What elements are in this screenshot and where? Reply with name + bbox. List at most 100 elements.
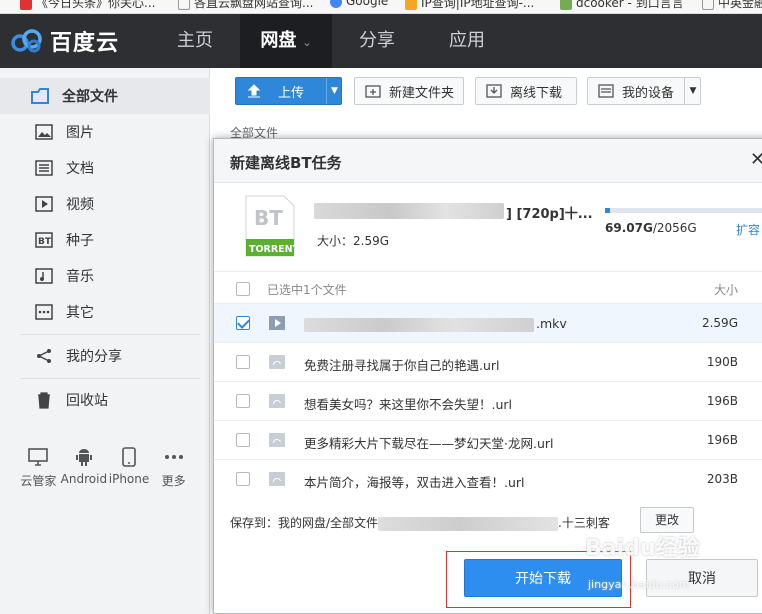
nav-netdisk[interactable]: 网盘 ⌄ (240, 14, 332, 68)
devices-dropdown-icon[interactable]: ▼ (684, 78, 701, 104)
bt-icon: BT (34, 230, 54, 250)
page-icon (178, 0, 190, 10)
upload-dropdown-icon[interactable]: ▼ (326, 78, 342, 104)
bookmark-item[interactable]: dcooker - 到口言言 (560, 0, 684, 11)
blurred-path (378, 516, 559, 531)
quota-fill (605, 208, 611, 213)
folder-icon (30, 86, 50, 106)
torrent-size: 大小：2.59G (317, 234, 390, 248)
new-folder-icon (365, 83, 383, 99)
file-checkbox[interactable] (236, 355, 250, 369)
new-folder-button[interactable]: 新建文件夹 (354, 77, 464, 105)
quota-bar (605, 208, 762, 213)
link-file-icon (269, 355, 285, 369)
bookmark-icon (20, 0, 32, 10)
file-size: 190B (706, 355, 738, 369)
expand-link[interactable]: 扩容 (736, 221, 760, 238)
trash-icon (34, 390, 54, 410)
file-row[interactable]: 想看美女吗？来这里你不会失望！.url 196B (214, 381, 762, 420)
download-icon (486, 83, 504, 99)
ip-icon (405, 0, 417, 10)
video-file-icon (269, 316, 285, 330)
bookmark-item[interactable]: 《今日头条》你关心... (20, 0, 155, 11)
iphone-icon (107, 446, 152, 468)
cooker-icon (560, 0, 572, 10)
selected-count: 已选中1个文件 (267, 283, 347, 297)
page-icon (702, 0, 714, 10)
torrent-file-icon: BT TORRENT (245, 195, 296, 257)
device-more[interactable]: 更多 (151, 446, 196, 489)
save-location: 保存到：我的网盘/全部文件 .十三刺客 (230, 516, 610, 531)
device-icon (598, 83, 616, 99)
dialog-header: 新建离线BT任务 ✕ (214, 139, 762, 183)
bookmark-item[interactable]: 各直云飘盘网站查询... (178, 0, 313, 11)
file-size: 196B (706, 394, 738, 408)
sidebar-item-all-files[interactable]: 全部文件 (0, 78, 210, 114)
logo-text: 百度云 (50, 31, 120, 56)
logo[interactable]: 百度云 (10, 26, 119, 56)
google-icon (330, 0, 342, 8)
device-android[interactable]: Android (61, 446, 107, 489)
file-checkbox[interactable] (236, 433, 250, 447)
device-list: 云管家 Android iPhone 更多 (16, 446, 196, 489)
file-row[interactable]: 本片简介，海报等，双击进入查看！.url 203B (214, 459, 762, 498)
file-name: 更多精彩大片下载尽在——梦幻天堂·龙网.url (304, 436, 554, 451)
nav-share[interactable]: 分享 (342, 14, 412, 68)
nav-apps[interactable]: 应用 (432, 14, 502, 68)
top-nav-bar: 百度云 主页 网盘 ⌄ 分享 应用 (0, 14, 762, 68)
sidebar-item-videos[interactable]: 视频 (0, 186, 210, 222)
baidu-cloud-icon (11, 29, 42, 53)
sidebar: 全部文件 图片 文档 视频 BT 种子 音乐 其它 我的分享 回收站 云管家 A… (0, 68, 210, 614)
upload-button[interactable]: 上传 ▼ (235, 77, 342, 105)
size-column-header: 大小 (713, 283, 738, 297)
quota-text: 69.07G/2056G (605, 221, 697, 235)
link-file-icon (269, 394, 285, 408)
link-file-icon (269, 433, 285, 447)
sidebar-item-docs[interactable]: 文档 (0, 150, 210, 186)
music-icon (34, 266, 54, 286)
monitor-icon (16, 446, 61, 468)
nav-home[interactable]: 主页 (160, 14, 230, 68)
dialog-title: 新建离线BT任务 (230, 154, 342, 172)
file-checkbox[interactable] (236, 472, 250, 486)
torrent-name: ] [720p]十... (506, 207, 593, 222)
sidebar-item-torrents[interactable]: BT 种子 (0, 222, 210, 258)
more-dots-icon (151, 446, 196, 468)
file-checkbox[interactable] (236, 394, 250, 408)
device-iphone[interactable]: iPhone (107, 446, 152, 489)
select-all-checkbox[interactable] (236, 282, 250, 296)
more-icon (34, 302, 54, 322)
file-row[interactable]: .mkv 2.59G (214, 303, 762, 342)
video-icon (34, 194, 54, 214)
svg-text:BT: BT (38, 237, 52, 247)
file-row[interactable]: 更多精彩大片下载尽在——梦幻天堂·龙网.url 196B (214, 420, 762, 459)
blurred-filename (304, 317, 534, 332)
sidebar-item-other[interactable]: 其它 (0, 294, 210, 330)
file-row[interactable]: 免费注册寻找属于你自己的艳遇.url 190B (214, 342, 762, 381)
file-list-header: 已选中1个文件 大小 (214, 271, 762, 303)
sidebar-item-images[interactable]: 图片 (0, 114, 210, 150)
file-name: .mkv (304, 316, 567, 332)
device-cloud-manager[interactable]: 云管家 (16, 446, 61, 489)
file-name: 想看美女吗？来这里你不会失望！.url (304, 397, 513, 412)
sidebar-item-my-share[interactable]: 我的分享 (0, 338, 210, 374)
bookmark-item[interactable]: 中英金融 (702, 0, 762, 11)
my-devices-button[interactable]: 我的设备 ▼ (587, 77, 701, 105)
sidebar-item-music[interactable]: 音乐 (0, 258, 210, 294)
link-file-icon (269, 472, 285, 486)
bookmark-item[interactable]: IP查询|IP地址查询-... (405, 0, 534, 11)
close-icon[interactable]: ✕ (750, 149, 762, 170)
blurred-filename (314, 203, 504, 219)
bookmark-item[interactable]: Google (330, 0, 388, 8)
file-name: 本片简介，海报等，双击进入查看！.url (304, 475, 525, 490)
bookmarks-bar: 《今日头条》你关心... 各直云飘盘网站查询... Google IP查询|IP… (0, 0, 762, 14)
offline-download-button[interactable]: 离线下载 (475, 77, 577, 105)
watermark: Baidu经验 (585, 536, 700, 561)
file-checkbox[interactable] (236, 316, 250, 330)
android-icon (61, 446, 107, 468)
document-icon (34, 158, 54, 178)
watermark-url: jingyan.baidu.com (588, 578, 690, 591)
divider (20, 378, 200, 379)
file-size: 2.59G (701, 316, 738, 330)
sidebar-item-trash[interactable]: 回收站 (0, 382, 210, 418)
